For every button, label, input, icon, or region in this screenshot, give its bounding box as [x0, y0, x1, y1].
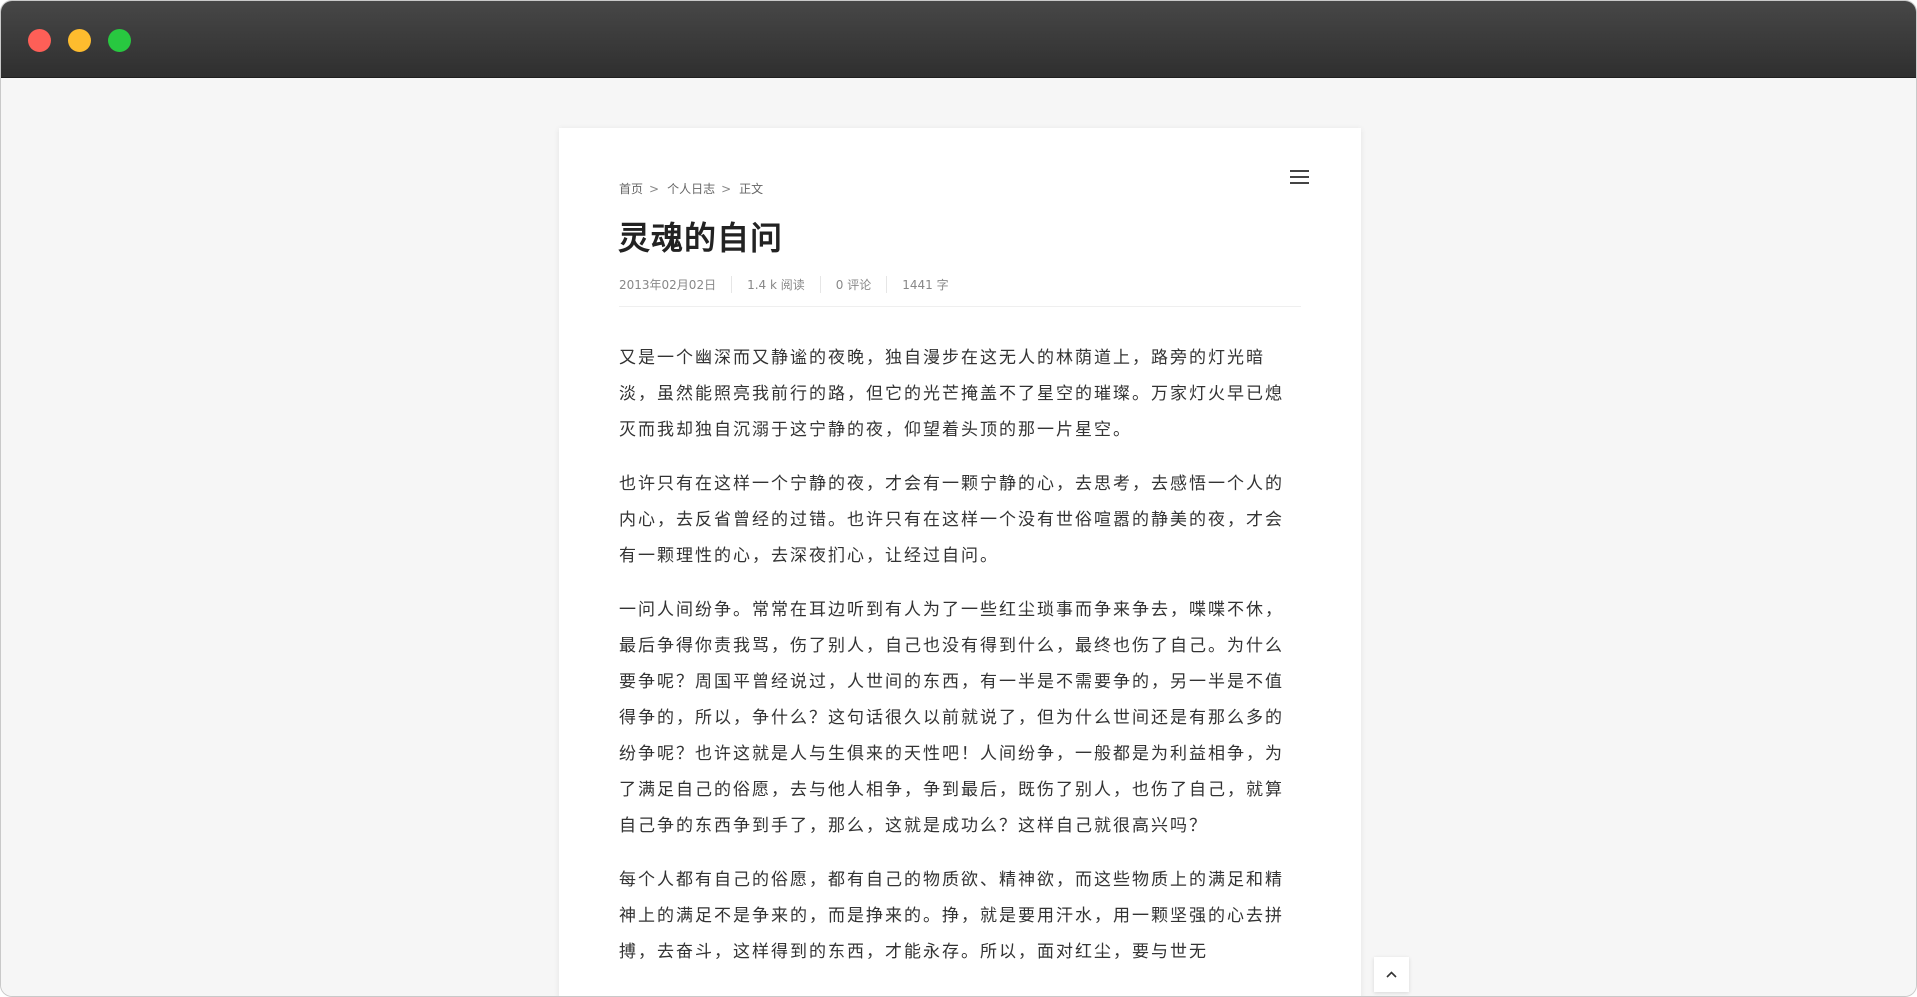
breadcrumb-current: 正文	[739, 182, 764, 196]
article-card: 首页 > 个人日志 > 正文 灵魂的自问 2013年02月02日 1.4 k 阅读 0 评论…	[559, 128, 1361, 996]
article-paragraph: 一问人间纷争。常常在耳边听到有人为了一些红尘琐事而争来争去，喋喋不休，最后争得你…	[619, 600, 1284, 836]
post-meta: 2013年02月02日 1.4 k 阅读 0 评论 1441 字	[619, 276, 964, 293]
close-window-button[interactable]	[28, 29, 51, 52]
minimize-window-button[interactable]	[68, 29, 91, 52]
hamburger-icon[interactable]	[1288, 168, 1312, 186]
page-viewport: 首页 > 个人日志 > 正文 灵魂的自问 2013年02月02日 1.4 k 阅读 0 评论…	[1, 78, 1916, 996]
article-body: 又是一个幽深而又静谧的夜晚，独自漫步在这无人的林荫道上，路旁的灯光暗淡，虽然能照…	[619, 340, 1301, 988]
header-divider	[619, 306, 1301, 307]
back-to-top-button[interactable]	[1374, 957, 1409, 992]
post-word-count: 1441 字	[886, 276, 963, 293]
breadcrumb-separator: >	[721, 182, 732, 196]
post-date: 2013年02月02日	[619, 278, 717, 292]
breadcrumb-separator: >	[649, 182, 660, 196]
post-views: 1.4 k 阅读	[731, 276, 820, 293]
breadcrumb-home-link[interactable]: 首页	[619, 182, 643, 196]
chevron-up-icon	[1386, 971, 1397, 978]
window-titlebar	[1, 1, 1916, 78]
post-comments[interactable]: 0 评论	[819, 276, 886, 293]
article-paragraph: 也许只有在这样一个宁静的夜，才会有一颗宁静的心，去思考，去感悟一个人的内心，去反…	[619, 474, 1284, 566]
article-paragraph: 每个人都有自己的俗愿，都有自己的物质欲、精神欲，而这些物质上的满足和精神上的满足…	[619, 870, 1284, 962]
page-title: 灵魂的自问	[618, 219, 784, 257]
breadcrumb-category-link[interactable]: 个人日志	[667, 182, 715, 196]
breadcrumb: 首页 > 个人日志 > 正文	[619, 180, 763, 197]
browser-window: 首页 > 个人日志 > 正文 灵魂的自问 2013年02月02日 1.4 k 阅读 0 评论…	[0, 0, 1917, 997]
article-paragraph: 又是一个幽深而又静谧的夜晚，独自漫步在这无人的林荫道上，路旁的灯光暗淡，虽然能照…	[619, 348, 1284, 440]
maximize-window-button[interactable]	[108, 29, 131, 52]
